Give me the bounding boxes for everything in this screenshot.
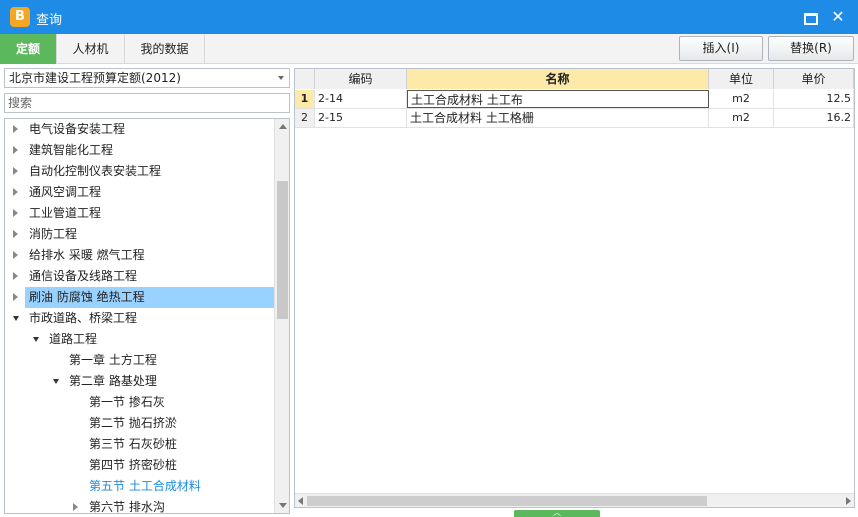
cell-unit-price[interactable]: 12.5: [774, 90, 854, 108]
tree-item[interactable]: 道路工程: [5, 329, 273, 350]
tree-item[interactable]: 市政道路、桥梁工程: [5, 308, 273, 329]
table-scroll-thumb[interactable]: [307, 496, 707, 506]
tree-item-label: 通风空调工程: [29, 185, 102, 199]
tree-item[interactable]: 第二章 路基处理: [5, 371, 273, 392]
close-icon[interactable]: ✕: [829, 8, 847, 26]
tree-collapsed-icon[interactable]: [13, 230, 18, 238]
tab-quota[interactable]: 定额: [0, 34, 57, 64]
cell-code[interactable]: 2-14: [315, 90, 407, 108]
tree-collapsed-icon[interactable]: [13, 167, 18, 175]
tree-collapsed-icon[interactable]: [13, 272, 18, 280]
tree-expanded-icon[interactable]: [53, 379, 59, 384]
tab-my-data[interactable]: 我的数据: [125, 34, 205, 64]
cell-unit[interactable]: m2: [709, 90, 774, 108]
tab-bar: 定额 人材机 我的数据 插入(I) 替换(R): [0, 34, 858, 64]
cell-name[interactable]: 土工合成材料 土工布: [407, 90, 709, 108]
app-logo-icon: B: [10, 7, 30, 27]
tree-item[interactable]: 第五节 土工合成材料: [5, 476, 273, 497]
header-name[interactable]: 名称: [407, 69, 709, 89]
table-row[interactable]: 2 2-15 土工合成材料 土工格栅 m2 16.2: [295, 109, 854, 128]
tree-item-label: 电气设备安装工程: [29, 122, 126, 136]
tree-collapsed-icon[interactable]: [73, 503, 78, 511]
cell-unit[interactable]: m2: [709, 109, 774, 127]
tree-item[interactable]: 第三节 石灰砂桩: [5, 434, 273, 455]
tree-item-label: 第四节 挤密砂桩: [89, 458, 177, 472]
title-bar: B 查询 ✕: [0, 0, 858, 34]
tree-item[interactable]: 电气设备安装工程: [5, 119, 273, 140]
table-header: 编码 名称 单位 单价: [295, 69, 854, 89]
replace-button[interactable]: 替换(R): [768, 36, 854, 61]
header-unit-price[interactable]: 单价: [774, 69, 854, 89]
window-title: 查询: [36, 13, 63, 28]
search-box[interactable]: [4, 93, 290, 113]
tree-item[interactable]: 第二节 抛石挤淤: [5, 413, 273, 434]
tree-item[interactable]: 工业管道工程: [5, 203, 273, 224]
cell-name[interactable]: 土工合成材料 土工格栅: [407, 109, 709, 127]
scroll-left-arrow-icon[interactable]: [298, 497, 303, 505]
panel-resize-grip[interactable]: ︿: [514, 508, 600, 517]
tree-item-label: 第二章 路基处理: [69, 374, 157, 388]
tree-item-label: 刷油 防腐蚀 绝热工程: [29, 290, 145, 304]
tree-item-label: 给排水 采暖 燃气工程: [29, 248, 145, 262]
tree-item-label: 第六节 排水沟: [89, 500, 165, 514]
tree-item[interactable]: 消防工程: [5, 224, 273, 245]
chevron-down-icon: [278, 76, 284, 80]
tree-item[interactable]: 给排水 采暖 燃气工程: [5, 245, 273, 266]
tree-item[interactable]: 第六节 排水沟: [5, 497, 273, 514]
row-number: 1: [295, 90, 315, 108]
tree-item-label: 建筑智能化工程: [29, 143, 114, 157]
row-number: 2: [295, 109, 315, 127]
tree-vertical-scrollbar[interactable]: [274, 119, 289, 513]
quota-library-value: 北京市建设工程预算定额(2012): [9, 71, 181, 85]
tree-collapsed-icon[interactable]: [13, 251, 18, 259]
minimize-icon[interactable]: [800, 8, 818, 26]
tree-item-label: 第一节 掺石灰: [89, 395, 165, 409]
tree-item[interactable]: 刷油 防腐蚀 绝热工程: [13, 287, 274, 308]
cell-unit-price[interactable]: 16.2: [774, 109, 854, 127]
tree-item-label: 第二节 抛石挤淤: [89, 416, 177, 430]
tree-collapsed-icon[interactable]: [13, 188, 18, 196]
tree-item[interactable]: 通风空调工程: [5, 182, 273, 203]
tree-item[interactable]: 建筑智能化工程: [5, 140, 273, 161]
tree-item[interactable]: 第一章 土方工程: [5, 350, 273, 371]
category-tree: 电气设备安装工程 建筑智能化工程自动化控制仪表安装工程 通风空调工程 工业管道工程 消防…: [4, 118, 290, 514]
insert-button[interactable]: 插入(I): [679, 36, 763, 61]
scroll-right-arrow-icon[interactable]: [846, 497, 851, 505]
tree-expanded-icon[interactable]: [13, 316, 19, 321]
search-input[interactable]: [5, 94, 289, 112]
tree-item-label: 第一章 土方工程: [69, 353, 157, 367]
tree-collapsed-icon[interactable]: [13, 125, 18, 133]
chevron-up-icon: ︿: [553, 508, 561, 517]
tree-item-label: 通信设备及线路工程: [29, 269, 138, 283]
tree-item[interactable]: 第一节 掺石灰: [5, 392, 273, 413]
tree-collapsed-icon[interactable]: [13, 146, 18, 154]
tree-item-label: 工业管道工程: [29, 206, 102, 220]
tree-item[interactable]: 自动化控制仪表安装工程: [5, 161, 273, 182]
tree-item[interactable]: 通信设备及线路工程: [5, 266, 273, 287]
quota-library-select[interactable]: 北京市建设工程预算定额(2012): [4, 68, 290, 88]
table-horizontal-scrollbar[interactable]: [295, 493, 854, 507]
header-unit[interactable]: 单位: [709, 69, 774, 89]
tree-collapsed-icon[interactable]: [13, 209, 18, 217]
scroll-down-arrow-icon[interactable]: [279, 503, 287, 508]
tree-scroll-thumb[interactable]: [277, 181, 288, 319]
tree-item[interactable]: 第四节 挤密砂桩: [5, 455, 273, 476]
tab-labor-material-machine[interactable]: 人材机: [57, 34, 125, 64]
tree-expanded-icon[interactable]: [33, 337, 39, 342]
scroll-up-arrow-icon[interactable]: [279, 124, 287, 129]
tree-item-label: 自动化控制仪表安装工程: [29, 164, 162, 178]
header-row-number: [295, 69, 315, 89]
tree-item-label: 市政道路、桥梁工程: [29, 311, 138, 325]
table-row[interactable]: 1 2-14 土工合成材料 土工布 m2 12.5: [295, 90, 854, 109]
header-code[interactable]: 编码: [315, 69, 407, 89]
tree-collapsed-icon[interactable]: [13, 293, 18, 301]
cell-code[interactable]: 2-15: [315, 109, 407, 127]
tree-item-label: 道路工程: [49, 332, 98, 346]
tree-item-label: 消防工程: [29, 227, 78, 241]
quota-table: 编码 名称 单位 单价 1 2-14 土工合成材料 土工布 m2 12.5 2 2-15 土工…: [294, 68, 855, 508]
tree-item-label: 第五节 土工合成材料: [89, 479, 201, 493]
tree-item-label: 第三节 石灰砂桩: [89, 437, 177, 451]
